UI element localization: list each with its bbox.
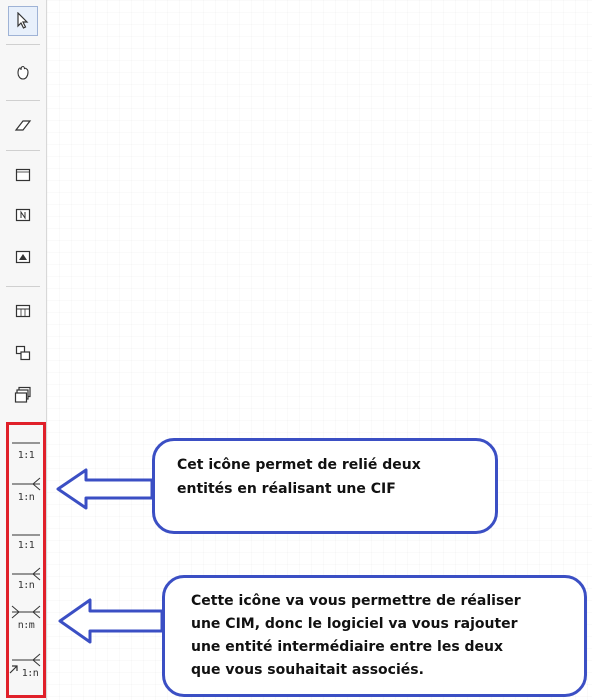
overlap-icon bbox=[15, 345, 31, 361]
arrow-left-icon bbox=[58, 598, 164, 644]
callout-cif: Cet icône permet de relié deux entités e… bbox=[152, 438, 498, 534]
callout-cim: Cette icône va vous permettre de réalise… bbox=[162, 575, 587, 697]
eraser-icon bbox=[14, 119, 32, 133]
arrow-left-icon bbox=[56, 468, 154, 510]
cursor-arrow-icon bbox=[15, 12, 31, 30]
callout-text: une entité intermédiaire entre les deux bbox=[191, 639, 504, 655]
overlap-tool-button[interactable] bbox=[8, 338, 38, 368]
stack-tool-button[interactable] bbox=[8, 380, 38, 410]
hand-tool-button[interactable] bbox=[8, 58, 38, 88]
entity-tool-button[interactable] bbox=[8, 160, 38, 190]
entity-icon bbox=[15, 168, 31, 182]
hand-icon bbox=[14, 64, 32, 82]
table-tool-button[interactable] bbox=[8, 296, 38, 326]
entity-filled-tool-button[interactable] bbox=[8, 242, 38, 272]
callout-text: Cet icône permet de relié deux bbox=[177, 457, 421, 473]
callout-text: que vous souhaitait associés. bbox=[191, 662, 424, 678]
callout-text: entités en réalisant une CIF bbox=[177, 481, 396, 497]
stack-icon bbox=[14, 386, 32, 404]
callout-text: une CIM, donc le logiciel va vous rajout… bbox=[191, 616, 518, 632]
entity-filled-icon bbox=[15, 250, 31, 264]
relation-tools-highlight bbox=[6, 422, 46, 698]
callout-text: Cette icône va vous permettre de réalise… bbox=[191, 593, 521, 609]
select-tool-button[interactable] bbox=[8, 6, 38, 36]
entity-n-icon bbox=[15, 208, 31, 222]
entity-n-tool-button[interactable] bbox=[8, 200, 38, 230]
eraser-tool-button[interactable] bbox=[8, 111, 38, 141]
table-icon bbox=[15, 304, 31, 318]
